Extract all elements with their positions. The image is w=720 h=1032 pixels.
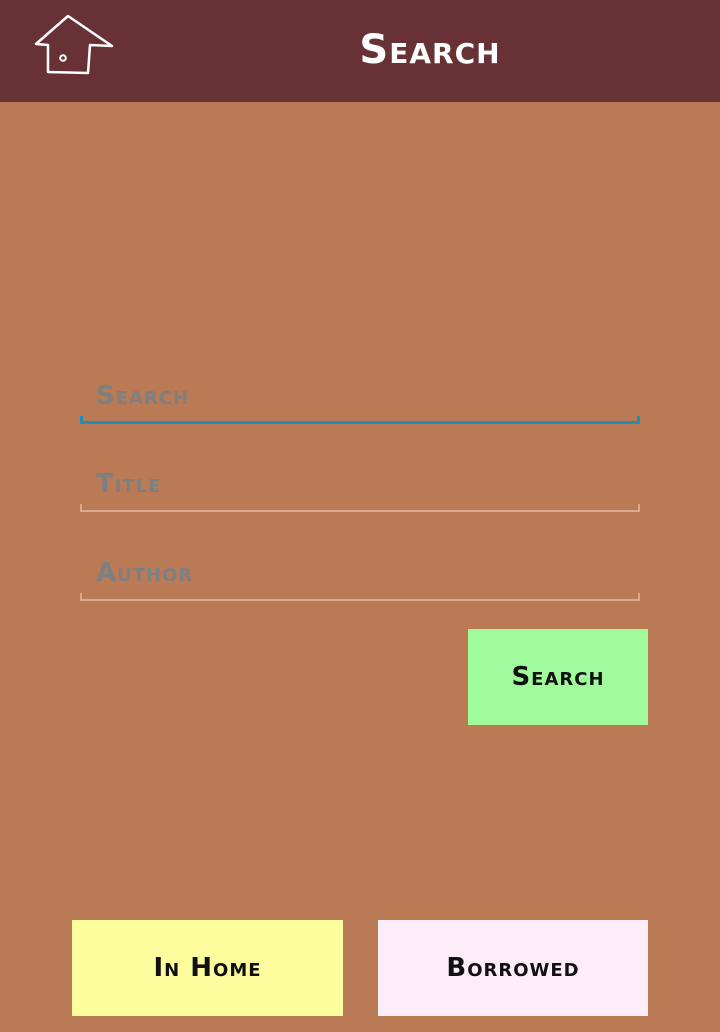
in-home-button[interactable]: In Home [72,920,343,1016]
author-input[interactable] [80,551,640,595]
top-app-bar: Search [0,0,720,102]
search-button[interactable]: Search [468,629,648,725]
title-field[interactable] [80,462,640,512]
borrowed-button[interactable]: Borrowed [378,920,648,1016]
search-input[interactable] [80,374,640,418]
author-field[interactable] [80,551,640,601]
home-icon [34,14,114,75]
search-field[interactable] [80,374,640,424]
author-input-underline [80,593,640,601]
title-input-underline [80,504,640,512]
page-title: Search [359,27,501,73]
home-button[interactable] [30,12,118,78]
title-input[interactable] [80,462,640,506]
search-input-underline [80,416,640,424]
